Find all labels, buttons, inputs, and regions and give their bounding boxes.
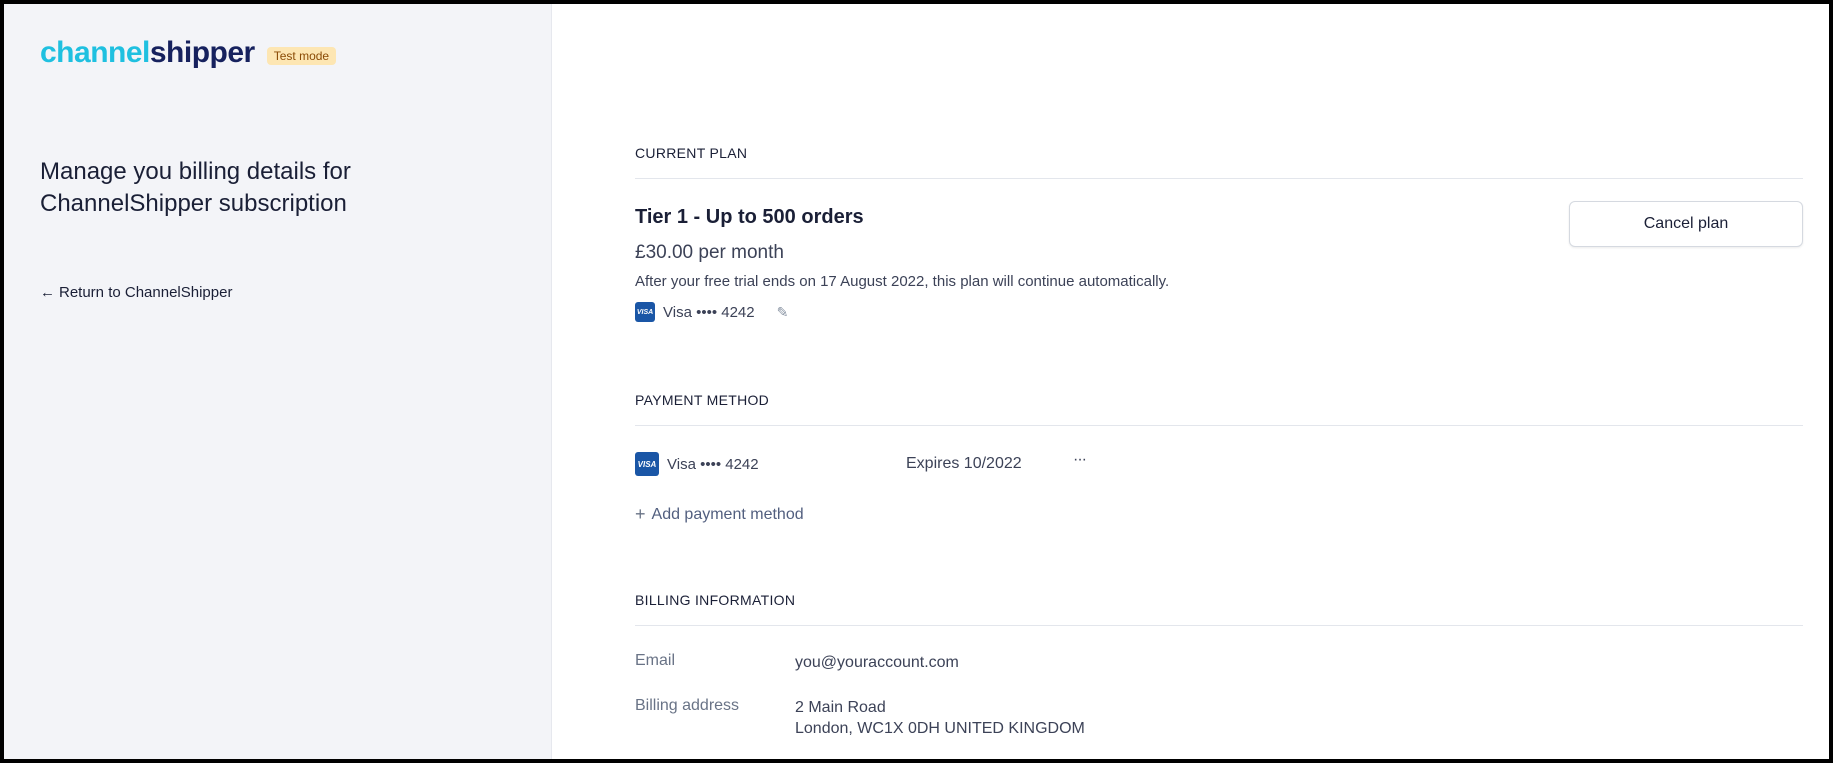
visa-card-icon: VISA: [635, 452, 659, 476]
billing-address-label: Billing address: [635, 697, 740, 714]
pencil-edit-icon[interactable]: ✎: [777, 304, 789, 321]
add-payment-method-label: Add payment method: [651, 505, 804, 523]
arrow-left-icon: ←: [40, 284, 55, 301]
plan-name: Tier 1 - Up to 500 orders: [635, 206, 864, 228]
logo-text-channel: channel: [40, 36, 150, 69]
logo-text-shipper: shipper: [149, 36, 255, 69]
more-options-icon[interactable]: ···: [1073, 451, 1087, 469]
billing-portal-window: channelshipper Test mode Manage you bill…: [0, 0, 1833, 763]
payment-card: VISA Visa •••• 4242: [635, 452, 759, 476]
plus-icon: +: [635, 504, 646, 524]
plan-renewal-note: After your free trial ends on 17 August …: [635, 273, 1170, 290]
cancel-plan-button[interactable]: Cancel plan: [1569, 201, 1803, 247]
divider: [635, 178, 1803, 179]
visa-card-icon: VISA: [635, 302, 655, 322]
payment-card-label: Visa •••• 4242: [667, 455, 759, 473]
divider: [635, 425, 1803, 426]
return-link[interactable]: ← Return to ChannelShipper: [40, 284, 232, 301]
payment-method-heading: PAYMENT METHOD: [635, 392, 770, 408]
email-label: Email: [635, 652, 676, 669]
return-link-label: Return to ChannelShipper: [59, 284, 233, 301]
plan-card: VISA Visa •••• 4242 ✎: [635, 302, 788, 322]
channelshipper-logo: channelshipper: [40, 38, 255, 68]
address-line-2: London, WC1X 0DH UNITED KINGDOM: [795, 720, 1085, 737]
address-line-1: 2 Main Road: [795, 699, 886, 716]
sidebar: channelshipper Test mode Manage you bill…: [4, 4, 552, 759]
billing-information-heading: BILLING INFORMATION: [635, 592, 796, 608]
card-expiry: Expires 10/2022: [906, 455, 1022, 472]
brand: channelshipper Test mode: [40, 38, 337, 68]
plan-card-label: Visa •••• 4242: [663, 303, 755, 321]
billing-address-value: 2 Main Road London, WC1X 0DH UNITED KING…: [795, 697, 1085, 739]
plan-price: £30.00 per month: [635, 242, 784, 263]
email-value: you@youraccount.com: [795, 654, 959, 671]
page-headline: Manage you billing details for ChannelSh…: [40, 158, 351, 217]
divider: [635, 625, 1803, 626]
payment-method-row: VISA Visa •••• 4242 Expires 10/2022 ···: [635, 451, 1335, 476]
current-plan-heading: CURRENT PLAN: [635, 145, 748, 161]
test-mode-badge: Test mode: [266, 47, 337, 65]
add-payment-method-button[interactable]: + Add payment method: [635, 504, 804, 525]
